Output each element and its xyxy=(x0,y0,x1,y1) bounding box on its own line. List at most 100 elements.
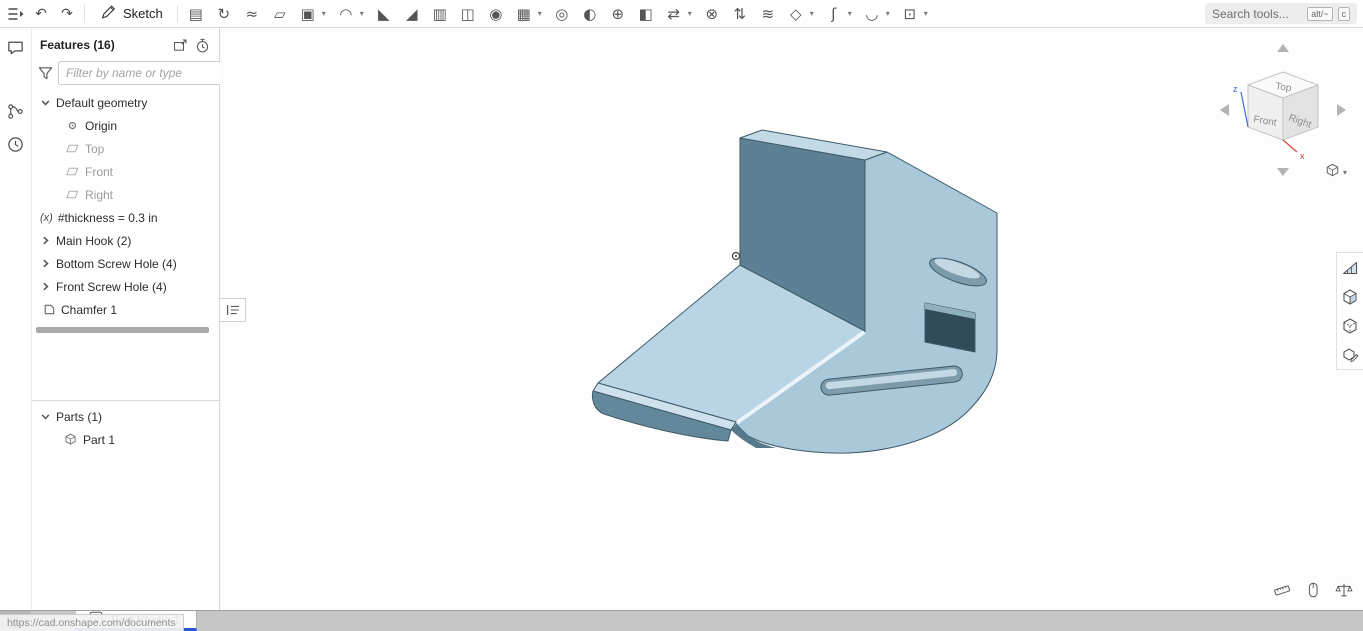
chevron-right-icon[interactable] xyxy=(40,235,51,246)
tree-item-chamfer-1[interactable]: Chamfer 1 xyxy=(32,298,219,321)
edit-appearance-button[interactable] xyxy=(1337,340,1363,369)
tree-item-front-screw-hole[interactable]: Front Screw Hole (4) xyxy=(32,275,219,298)
chevron-down-icon[interactable] xyxy=(40,97,51,108)
filter-icon[interactable] xyxy=(37,63,54,83)
viewport-3d[interactable]: Top Front Right z x ▾ xyxy=(220,28,1363,610)
toolbar-item-circular-pattern[interactable]: ◎ xyxy=(548,2,576,26)
chevron-down-icon[interactable] xyxy=(40,411,51,422)
view-options-button[interactable]: ▾ xyxy=(1324,162,1347,182)
part-3d-model[interactable] xyxy=(590,125,1010,465)
parts-section: Parts (1) Part 1 xyxy=(32,401,219,451)
chevron-down-icon[interactable]: ▾ xyxy=(921,9,931,18)
toolbar-item-linear-pattern[interactable]: ▦ ▾ xyxy=(510,2,548,26)
toolbar-item-revolve[interactable]: ↻ xyxy=(210,2,238,26)
offset-surface-icon: ≋ xyxy=(761,4,775,23)
tree-item-origin[interactable]: Origin xyxy=(32,114,219,137)
parts-title: Parts (1) xyxy=(56,409,103,424)
tree-item-bottom-screw-hole[interactable]: Bottom Screw Hole (4) xyxy=(32,252,219,275)
chevron-down-icon[interactable]: ▾ xyxy=(319,9,329,18)
mass-properties-icon[interactable] xyxy=(1333,580,1355,600)
sketch-button-label: Sketch xyxy=(123,6,163,21)
toolbar-item-chamfer[interactable]: ◣ xyxy=(370,2,398,26)
toolbar-item-draft[interactable]: ◢ xyxy=(398,2,426,26)
delete-face-icon: ⊗ xyxy=(705,4,719,23)
origin-marker[interactable] xyxy=(731,251,741,261)
rotate-right-arrow[interactable] xyxy=(1337,104,1346,116)
named-views-button[interactable] xyxy=(1337,311,1363,340)
chamfer-feature-icon xyxy=(40,302,56,318)
chevron-right-icon[interactable] xyxy=(40,258,51,269)
chevron-down-icon[interactable]: ▾ xyxy=(685,9,695,18)
section-view-button[interactable] xyxy=(1337,253,1363,282)
regenerate-timer-icon[interactable] xyxy=(191,35,213,55)
chevron-down-icon[interactable]: ▾ xyxy=(357,9,367,18)
feature-tree: Default geometry Origin Top Front Right … xyxy=(32,91,219,321)
toolbar-item-delete-face[interactable]: ⊗ xyxy=(698,2,726,26)
chevron-down-icon[interactable]: ▾ xyxy=(807,9,817,18)
toolbar-item-derived[interactable]: ⊡ ▾ xyxy=(896,2,934,26)
toolbar-item-mirror[interactable]: ◐ xyxy=(576,2,604,26)
panels-toggle-icon[interactable] xyxy=(2,2,28,26)
feature-list-toggle-button[interactable] xyxy=(220,298,246,322)
plane-icon xyxy=(64,164,80,180)
toolbar-item-split[interactable]: ◧ xyxy=(632,2,660,26)
tree-item-variable-thickness[interactable]: (x) #thickness = 0.3 in xyxy=(32,206,219,229)
surface-icon: ◡ xyxy=(865,4,879,23)
toolbar-item-plane[interactable]: ◇ ▾ xyxy=(782,2,820,26)
toolbar-item-rib[interactable]: ▥ xyxy=(426,2,454,26)
chevron-down-icon[interactable]: ▾ xyxy=(883,9,893,18)
chevron-down-icon[interactable]: ▾ xyxy=(845,9,855,18)
toolbar-item-offset-surface[interactable]: ≋ xyxy=(754,2,782,26)
toolbar-item-extrude[interactable]: ▤ xyxy=(182,2,210,26)
parts-header[interactable]: Parts (1) xyxy=(32,405,219,428)
tree-item-front-plane[interactable]: Front xyxy=(32,160,219,183)
chevron-down-icon[interactable]: ▾ xyxy=(535,9,545,18)
toolbar-item-sweep[interactable]: ≈ xyxy=(238,2,266,26)
toolbar-items: ▤ ↻ ≈ ▱ ▣ ▾ ◠ ▾ ◣ ◢ ▥ ◫ ◉ ▦ ▾ ◎ ◐ ⊕ ◧ ⇄ ▾ ⊗ ⇅ ≋ ◇ ▾ ʃ ▾ ◡ ▾ ⊡ ▾ xyxy=(182,0,934,28)
tree-item-right-plane[interactable]: Right xyxy=(32,183,219,206)
filter-input[interactable] xyxy=(58,61,229,85)
toolbar-item-surface[interactable]: ◡ ▾ xyxy=(858,2,896,26)
float-panel-icon[interactable] xyxy=(169,35,191,55)
tree-item-default-geometry[interactable]: Default geometry xyxy=(32,91,219,114)
shaded-view-button[interactable] xyxy=(1337,282,1363,311)
rotate-up-arrow[interactable] xyxy=(1277,44,1289,52)
rotate-down-arrow[interactable] xyxy=(1277,168,1289,176)
plane-icon xyxy=(64,187,80,203)
tree-item-main-hook[interactable]: Main Hook (2) xyxy=(32,229,219,252)
shortcut-c-badge: c xyxy=(1337,6,1350,21)
rollback-bar[interactable] xyxy=(36,327,209,333)
toolbar-item-transform[interactable]: ⇄ ▾ xyxy=(660,2,698,26)
view-tools-panel xyxy=(1336,252,1363,370)
chevron-right-icon[interactable] xyxy=(40,281,51,292)
versions-icon[interactable] xyxy=(4,99,28,123)
toolbar-item-move-face[interactable]: ⇅ xyxy=(726,2,754,26)
toolbar-item-hole[interactable]: ◉ xyxy=(482,2,510,26)
z-axis-line xyxy=(1240,91,1249,128)
toolbar-item-loft[interactable]: ▱ xyxy=(266,2,294,26)
rotate-left-arrow[interactable] xyxy=(1220,104,1229,116)
toolbar-item-curve[interactable]: ʃ ▾ xyxy=(820,2,858,26)
mouse-shortcuts-icon[interactable] xyxy=(1302,580,1324,600)
toolbar-item-shell[interactable]: ◫ xyxy=(454,2,482,26)
hole-icon: ◉ xyxy=(489,4,503,23)
toolbar-item-fillet[interactable]: ◠ ▾ xyxy=(332,2,370,26)
sketch-button[interactable]: Sketch xyxy=(89,2,173,26)
search-tools-box[interactable]: Search tools... alt/~ c xyxy=(1205,3,1357,24)
features-panel-header: Features (16) xyxy=(32,28,219,58)
shell-icon: ◫ xyxy=(460,4,475,23)
redo-button[interactable]: ↷ xyxy=(54,2,80,26)
undo-button[interactable]: ↶ xyxy=(28,2,54,26)
history-icon[interactable] xyxy=(4,132,28,156)
tree-item-label: Default geometry xyxy=(56,95,148,110)
tree-item-part-1[interactable]: Part 1 xyxy=(32,428,219,451)
toolbar-item-thicken[interactable]: ▣ ▾ xyxy=(294,2,332,26)
left-rail xyxy=(0,28,32,610)
origin-icon xyxy=(64,118,80,134)
toolbar-item-boolean[interactable]: ⊕ xyxy=(604,2,632,26)
measure-icon[interactable] xyxy=(1271,580,1293,600)
tree-item-top-plane[interactable]: Top xyxy=(32,137,219,160)
tree-item-label: Chamfer 1 xyxy=(61,302,118,317)
comments-icon[interactable] xyxy=(4,35,28,59)
bottom-tab-bar: + Part Studio 1 https://cad.onshape.com/… xyxy=(0,610,1363,631)
